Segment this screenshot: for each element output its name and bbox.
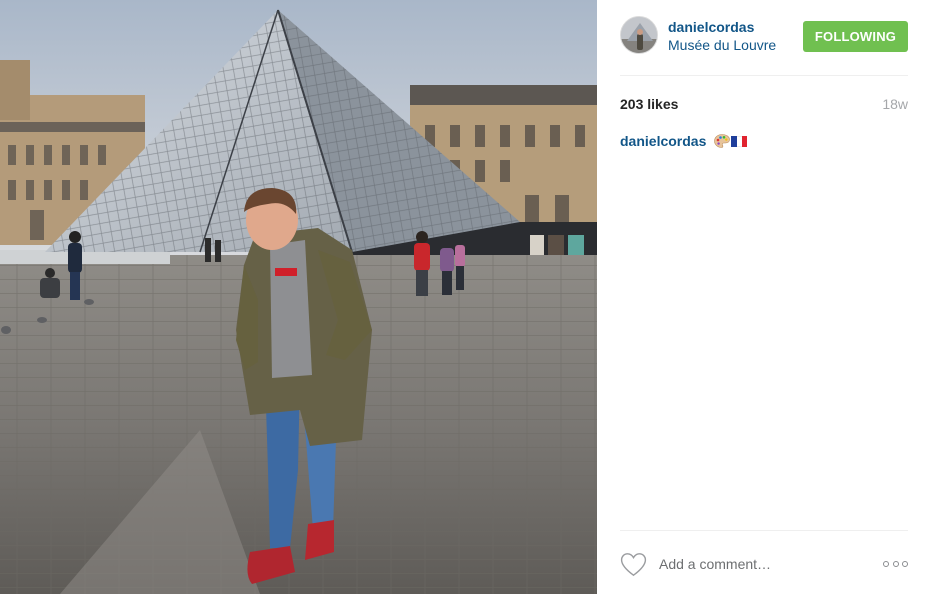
caption-username-link[interactable]: danielcordas	[620, 133, 706, 149]
header-divider	[620, 75, 908, 76]
post-age: 18w	[882, 96, 908, 112]
dot-icon	[883, 561, 889, 567]
more-options-icon[interactable]	[883, 559, 908, 569]
caption: danielcordas	[620, 133, 748, 151]
location-link[interactable]: Musée du Louvre	[668, 37, 776, 53]
flag-france-icon	[731, 136, 748, 147]
post-header: danielcordas Musée du Louvre FOLLOWING	[620, 16, 908, 58]
following-button[interactable]: FOLLOWING	[803, 21, 908, 52]
dot-icon	[892, 561, 899, 567]
comment-input[interactable]	[659, 553, 879, 575]
post-photo[interactable]	[0, 0, 597, 594]
heart-icon[interactable]	[620, 552, 647, 577]
comment-divider	[620, 530, 908, 531]
louvre-photo-illustration	[0, 0, 597, 594]
avatar-image	[621, 17, 657, 53]
avatar[interactable]	[620, 16, 658, 54]
dot-icon	[902, 561, 908, 567]
author-username-link[interactable]: danielcordas	[668, 19, 754, 35]
likes-count[interactable]: 203 likes	[620, 96, 678, 112]
artist-palette-icon	[714, 134, 731, 151]
post-sidebar: danielcordas Musée du Louvre FOLLOWING 2…	[597, 0, 929, 594]
